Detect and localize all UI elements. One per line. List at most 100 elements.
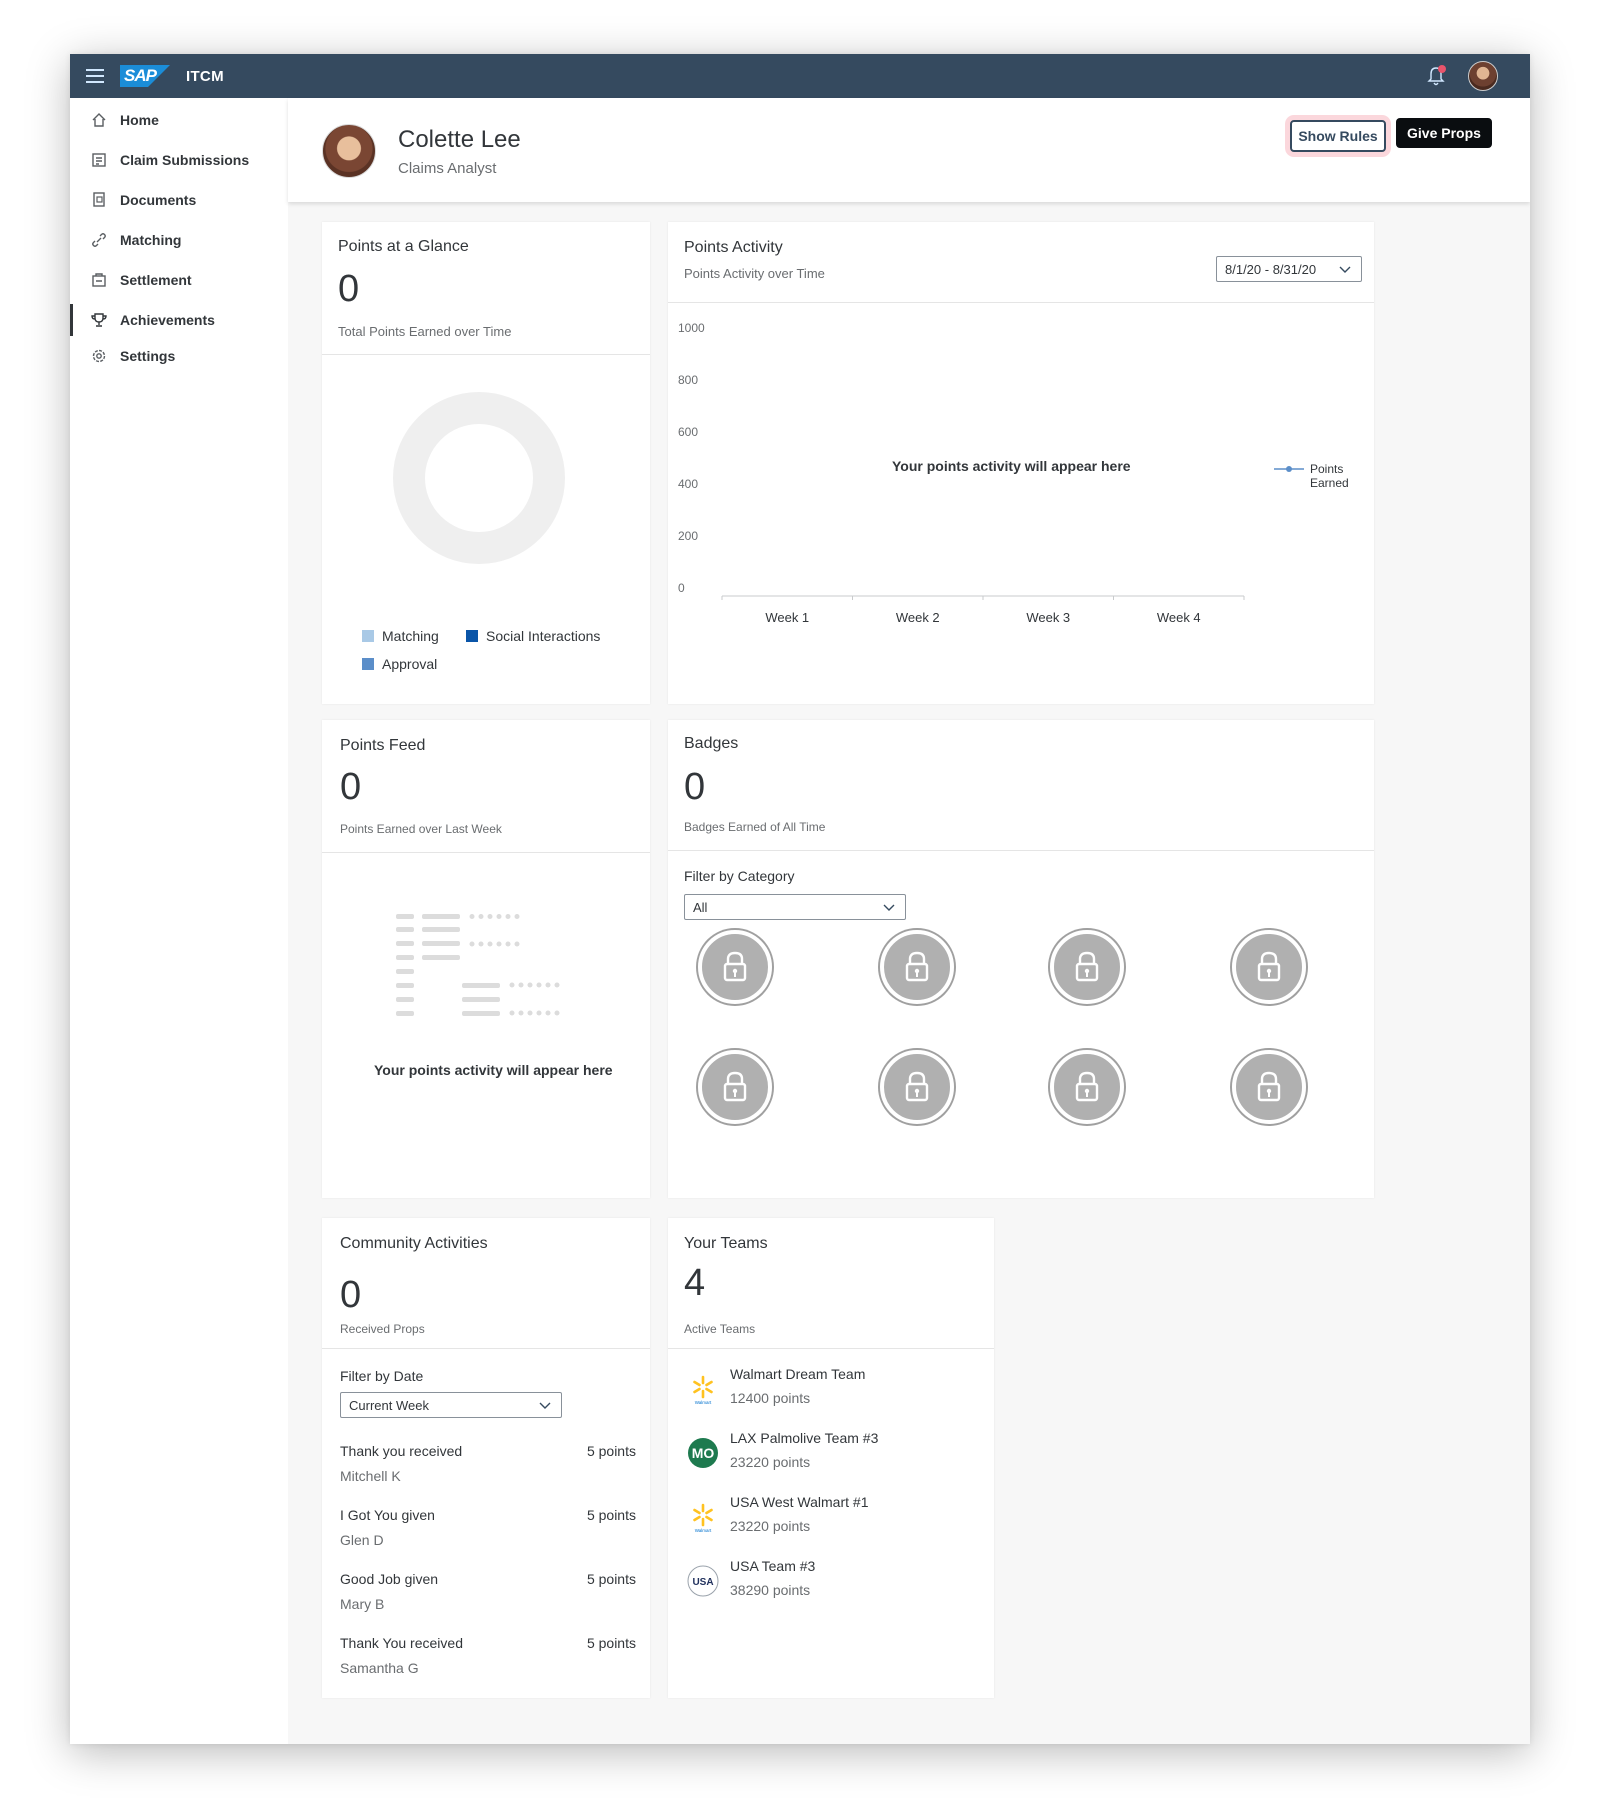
activity-points: 5 points bbox=[586, 1507, 636, 1523]
team-points: 12400 points bbox=[730, 1390, 811, 1406]
activity-points: 5 points bbox=[586, 1443, 636, 1459]
x-tick-label: Week 3 bbox=[1026, 610, 1070, 625]
profile-name: Colette Lee bbox=[398, 126, 521, 153]
locked-badge[interactable] bbox=[880, 1050, 954, 1124]
activity-title: Good Job given bbox=[340, 1571, 439, 1587]
profile-header: Colette Lee Claims Analyst Show Rules Gi… bbox=[288, 98, 1530, 202]
community-activity-item[interactable]: Thank you received 5 points Mitchell K bbox=[340, 1443, 636, 1493]
team-item[interactable]: Walmart Walmart Dream Team 12400 points bbox=[686, 1366, 980, 1422]
team-points: 23220 points bbox=[730, 1518, 811, 1534]
y-tick-label: 200 bbox=[678, 529, 698, 543]
show-rules-button[interactable]: Show Rules bbox=[1290, 120, 1386, 152]
lock-icon bbox=[1075, 1071, 1099, 1102]
badges-value: 0 bbox=[684, 766, 706, 808]
shell-bar: SAP ITCM bbox=[70, 54, 1530, 98]
trophy-icon bbox=[90, 311, 108, 329]
card-subtitle: Total Points Earned over Time bbox=[338, 324, 512, 339]
gear-icon bbox=[90, 347, 108, 365]
profile-role: Claims Analyst bbox=[398, 160, 497, 177]
activity-title: Thank You received bbox=[340, 1635, 463, 1651]
notification-bell-icon[interactable] bbox=[1426, 65, 1446, 87]
chart-empty-message: Your points activity will appear here bbox=[892, 458, 1131, 474]
legend-item-social-interactions: Social Interactions bbox=[466, 628, 600, 644]
x-tick-label: Week 2 bbox=[896, 610, 940, 625]
community-activity-item[interactable]: I Got You given 5 points Glen D bbox=[340, 1507, 636, 1557]
lock-icon bbox=[1075, 951, 1099, 982]
chevron-down-icon bbox=[1339, 266, 1351, 273]
legend-item-approval: Approval bbox=[362, 656, 437, 672]
sidebar-item-achievements[interactable]: Achievements bbox=[70, 300, 288, 340]
lock-icon bbox=[905, 1071, 929, 1102]
donut-chart bbox=[393, 392, 565, 564]
active-teams-value: 4 bbox=[684, 1262, 706, 1304]
points-at-a-glance-card: Points at a Glance 0 Total Points Earned… bbox=[322, 222, 650, 704]
sidebar-item-home[interactable]: Home bbox=[70, 100, 288, 140]
legend-item-matching: Matching bbox=[362, 628, 439, 644]
your-teams-card: Your Teams 4 Active Teams Walmart Walmart… bbox=[668, 1218, 994, 1698]
sidebar-item-label: Settings bbox=[120, 348, 176, 364]
card-title: Badges bbox=[684, 735, 739, 752]
badges-card: Badges 0 Badges Earned of All Time Filte… bbox=[668, 720, 1374, 1198]
notification-dot bbox=[1438, 65, 1446, 73]
lock-icon bbox=[1257, 951, 1281, 982]
user-avatar[interactable] bbox=[1468, 61, 1498, 91]
community-activity-item[interactable]: Thank You received 5 points Samantha G bbox=[340, 1635, 636, 1685]
link-icon bbox=[90, 231, 108, 249]
locked-badge[interactable] bbox=[1232, 1050, 1306, 1124]
team-usa-logo: USA bbox=[686, 1564, 720, 1598]
activity-user: Mitchell K bbox=[340, 1468, 401, 1484]
lock-icon bbox=[905, 951, 929, 982]
community-activity-item[interactable]: Good Job given 5 points Mary B bbox=[340, 1571, 636, 1621]
card-subtitle: Points Activity over Time bbox=[684, 266, 825, 281]
team-item[interactable]: USA USA Team #3 38290 points bbox=[686, 1558, 980, 1614]
walmart-spark-icon: Walmart bbox=[686, 1500, 720, 1534]
profile-avatar bbox=[322, 124, 376, 178]
svg-text:Walmart: Walmart bbox=[695, 1528, 712, 1533]
locked-badge[interactable] bbox=[698, 930, 772, 1004]
give-props-button[interactable]: Give Props bbox=[1396, 118, 1492, 148]
points-activity-card: Points Activity Points Activity over Tim… bbox=[668, 222, 1374, 704]
received-props-value: 0 bbox=[340, 1274, 362, 1316]
activity-title: Thank you received bbox=[340, 1443, 463, 1459]
team-name: LAX Palmolive Team #3 bbox=[730, 1430, 879, 1446]
empty-feed-illustration bbox=[396, 914, 560, 1016]
category-filter-select[interactable]: All bbox=[684, 894, 906, 920]
sidebar-item-documents[interactable]: Documents bbox=[70, 180, 288, 220]
date-range-select[interactable]: 8/1/20 - 8/31/20 bbox=[1216, 256, 1362, 282]
team-item[interactable]: MO LAX Palmolive Team #3 23220 points bbox=[686, 1430, 980, 1486]
team-name: USA Team #3 bbox=[730, 1558, 816, 1574]
locked-badge[interactable] bbox=[880, 930, 954, 1004]
sidebar-item-label: Home bbox=[120, 112, 159, 128]
sidebar-item-settlement[interactable]: Settlement bbox=[70, 260, 288, 300]
points-feed-value: 0 bbox=[340, 766, 362, 808]
team-item[interactable]: Walmart USA West Walmart #1 23220 points bbox=[686, 1494, 980, 1550]
sidebar-item-claim-submissions[interactable]: Claim Submissions bbox=[70, 140, 288, 180]
y-tick-label: 800 bbox=[678, 373, 698, 387]
card-title: Community Activities bbox=[340, 1235, 488, 1252]
settlement-icon bbox=[90, 271, 108, 289]
card-subtitle: Points Earned over Last Week bbox=[340, 822, 502, 836]
filter-label: Filter by Date bbox=[340, 1368, 424, 1384]
menu-icon[interactable] bbox=[86, 69, 104, 83]
team-name: Walmart Dream Team bbox=[730, 1366, 866, 1382]
svg-text:Walmart: Walmart bbox=[695, 1400, 712, 1405]
mo-logo: MO bbox=[686, 1436, 720, 1470]
sidebar-item-matching[interactable]: Matching bbox=[70, 220, 288, 260]
card-title: Points Feed bbox=[340, 737, 426, 754]
feed-empty-message: Your points activity will appear here bbox=[374, 1062, 613, 1078]
svg-text:USA: USA bbox=[692, 1577, 713, 1588]
sidebar: Home Claim Submissions Documents Matchin… bbox=[70, 98, 288, 1744]
legend-swatch bbox=[466, 630, 478, 642]
locked-badge[interactable] bbox=[1050, 1050, 1124, 1124]
date-filter-select[interactable]: Current Week bbox=[340, 1392, 562, 1418]
filter-label: Filter by Category bbox=[684, 868, 795, 884]
locked-badge[interactable] bbox=[698, 1050, 772, 1124]
activity-user: Glen D bbox=[340, 1532, 384, 1548]
sidebar-item-settings[interactable]: Settings bbox=[70, 336, 288, 376]
locked-badge[interactable] bbox=[1232, 930, 1306, 1004]
sap-logo[interactable]: SAP bbox=[120, 65, 170, 87]
locked-badge[interactable] bbox=[1050, 930, 1124, 1004]
legend-swatch bbox=[362, 630, 374, 642]
claim-icon bbox=[90, 151, 108, 169]
activity-user: Mary B bbox=[340, 1596, 385, 1612]
